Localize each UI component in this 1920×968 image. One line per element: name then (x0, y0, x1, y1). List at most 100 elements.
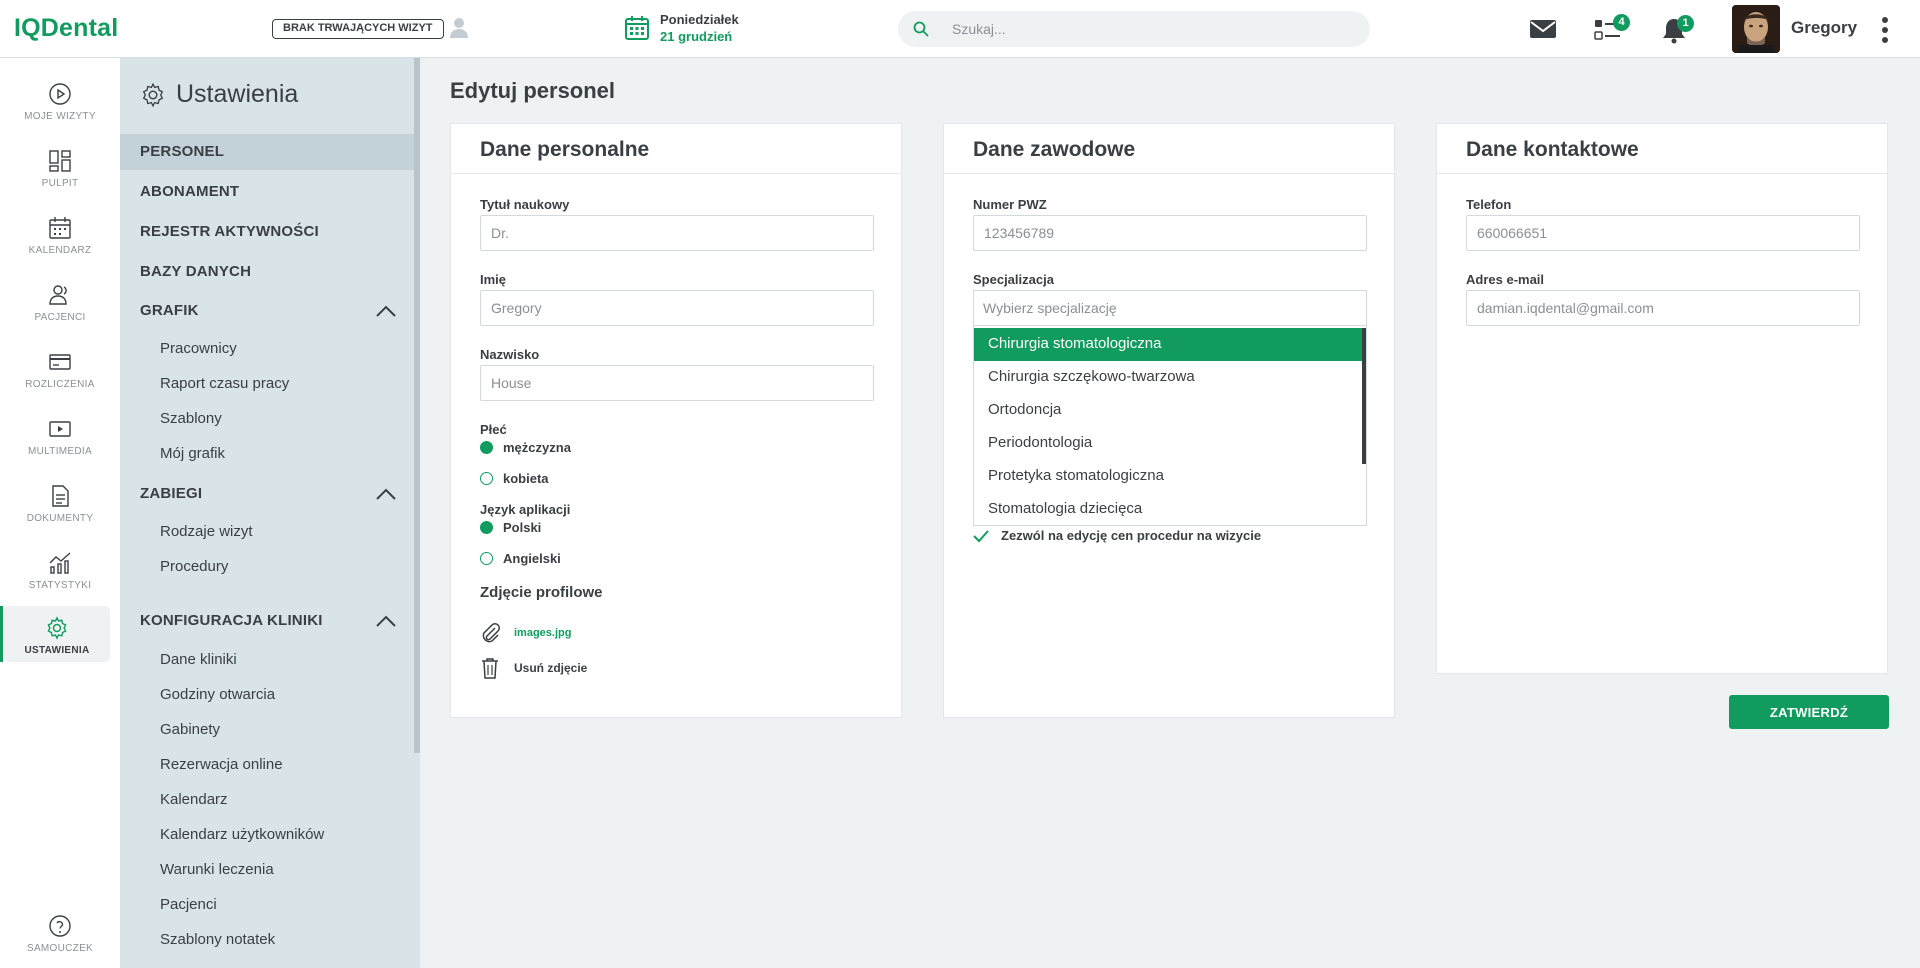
settings-item-bazy-danych[interactable]: BAZY DANYCH (120, 254, 414, 290)
specialization-option[interactable]: Stomatologia dziecięca (974, 493, 1364, 525)
specialization-option[interactable]: Ortodoncja (974, 394, 1364, 427)
pwz-input[interactable] (973, 215, 1367, 251)
settings-item-abonament[interactable]: ABONAMENT (120, 174, 414, 210)
nav-label: KALENDARZ (28, 245, 92, 256)
allow-price-edit-checkbox[interactable]: Zezwól na edycję cen procedur na wizycie (973, 528, 1261, 543)
notifications-count-badge: 1 (1677, 15, 1694, 32)
nav-moje-wizyty[interactable]: MOJE WIZYTY (0, 76, 120, 134)
settings-sub-raport[interactable]: Raport czasu pracy (160, 375, 289, 392)
settings-sub-szablony-notatek[interactable]: Szablony notatek (160, 931, 275, 948)
chevron-up-icon[interactable] (376, 305, 396, 317)
nav-label: PACJENCI (34, 312, 86, 323)
radio-dot (480, 521, 493, 534)
settings-sub-gabinety[interactable]: Gabinety (160, 721, 220, 738)
visit-status-badge[interactable]: BRAK TRWAJĄCYCH WIZYT (272, 19, 444, 39)
card-title: Dane personalne (451, 124, 901, 174)
email-input[interactable] (1466, 290, 1860, 326)
phone-input[interactable] (1466, 215, 1860, 251)
language-label: Język aplikacji (480, 502, 571, 517)
gender-radio-female[interactable]: kobieta (480, 471, 549, 486)
specialization-option[interactable]: Protetyka stomatologiczna (974, 460, 1364, 493)
specialization-option[interactable]: Chirurgia szczękowo-twarzowa (974, 361, 1364, 394)
settings-item-personel[interactable]: PERSONEL (120, 134, 414, 170)
nav-multimedia[interactable]: MULTIMEDIA (0, 411, 120, 469)
settings-title: Ustawienia (140, 80, 298, 109)
settings-sub-moj-grafik[interactable]: Mój grafik (160, 445, 225, 462)
nav-pulpit[interactable]: PULPIT (0, 143, 120, 201)
settings-item-grafik[interactable]: GRAFIK (120, 293, 414, 329)
specialization-option[interactable]: Chirurgia stomatologiczna (974, 328, 1364, 361)
help-icon (0, 914, 120, 938)
submit-button[interactable]: ZATWIERDŹ (1729, 695, 1889, 729)
top-bar: IQDental BRAK TRWAJĄCYCH WIZYT Poniedzia… (0, 0, 1920, 58)
user-name[interactable]: Gregory (1791, 18, 1857, 38)
degree-input[interactable] (480, 215, 874, 251)
settings-sub-szablony[interactable]: Szablony (160, 410, 222, 427)
nav-ustawienia[interactable]: USTAWIENIA (0, 606, 110, 662)
tasks-button[interactable]: 4 (1594, 14, 1630, 42)
settings-sidebar: Ustawienia PERSONEL ABONAMENT REJESTR AK… (120, 58, 420, 968)
settings-item-konfiguracja[interactable]: KONFIGURACJA KLINIKI (120, 603, 414, 639)
settings-sub-rezerwacja[interactable]: Rezerwacja online (160, 756, 283, 773)
photo-label: Zdjęcie profilowe (480, 584, 603, 601)
settings-sub-pracownicy[interactable]: Pracownicy (160, 340, 237, 357)
page-title: Edytuj personel (450, 78, 616, 103)
settings-sub-procedury[interactable]: Procedury (160, 558, 228, 575)
settings-sub-rodzaje-wizyt[interactable]: Rodzaje wizyt (160, 523, 253, 540)
settings-item-rejestr[interactable]: REJESTR AKTYWNOŚCI (120, 214, 414, 250)
specialization-select[interactable]: Chirurgia stomatologiczna Chirurgia szcz… (973, 290, 1367, 526)
calendar-icon (624, 15, 650, 41)
nav-label: STATYSTYKI (28, 580, 92, 591)
photo-file-name: images.jpg (514, 627, 572, 639)
photo-file-link[interactable]: images.jpg (480, 622, 571, 644)
more-menu-icon[interactable] (1880, 16, 1890, 44)
remove-photo-label: Usuń zdjęcie (514, 661, 588, 675)
avatar[interactable] (1732, 5, 1780, 53)
calendar-icon (0, 216, 120, 240)
last-name-input[interactable] (480, 365, 874, 401)
chevron-up-icon[interactable] (376, 615, 396, 627)
search-icon (912, 20, 930, 38)
nav-rozliczenia[interactable]: ROZLICZENIA (0, 344, 120, 402)
settings-sub-godziny[interactable]: Godziny otwarcia (160, 686, 275, 703)
dashboard-icon (0, 149, 120, 173)
settings-sub-warunki[interactable]: Warunki leczenia (160, 861, 274, 878)
language-radio-english[interactable]: Angielski (480, 551, 561, 566)
specialization-option[interactable]: Periodontologia (974, 427, 1364, 460)
settings-item-zabiegi[interactable]: ZABIEGI (120, 476, 414, 512)
settings-sub-pacjenci[interactable]: Pacjenci (160, 896, 217, 913)
chevron-up-icon[interactable] (376, 488, 396, 500)
trash-icon (480, 657, 500, 679)
settings-title-text: Ustawienia (176, 80, 299, 108)
radio-label: Angielski (503, 551, 561, 566)
settings-sub-dane-kliniki[interactable]: Dane kliniki (160, 651, 237, 668)
nav-kalendarz[interactable]: KALENDARZ (0, 210, 120, 268)
first-name-input[interactable] (480, 290, 874, 326)
nav-pacjenci[interactable]: PACJENCI (0, 277, 120, 335)
search-input[interactable] (952, 11, 1352, 47)
gear-icon (140, 82, 166, 108)
contact-data-card: Dane kontaktowe Telefon Adres e-mail (1436, 123, 1888, 674)
current-date[interactable]: Poniedziałek 21 grudzień (624, 12, 739, 44)
play-circle-icon (0, 82, 120, 106)
stats-icon (0, 551, 120, 575)
settings-scrollbar[interactable] (414, 58, 420, 753)
radio-label: mężczyzna (503, 440, 571, 455)
remove-photo-button[interactable]: Usuń zdjęcie (480, 657, 587, 679)
notifications-button[interactable]: 1 (1661, 15, 1694, 44)
dropdown-scrollbar[interactable] (1362, 328, 1366, 464)
settings-sub-kalendarz[interactable]: Kalendarz (160, 791, 228, 808)
settings-sub-kalendarz-uzytkownikow[interactable]: Kalendarz użytkowników (160, 826, 324, 843)
gender-radio-male[interactable]: mężczyzna (480, 440, 571, 455)
app-logo[interactable]: IQDental (14, 14, 118, 43)
nav-statystyki[interactable]: STATYSTYKI (0, 545, 120, 603)
paperclip-icon (480, 622, 500, 644)
nav-samouczek[interactable]: SAMOUCZEK (0, 908, 120, 966)
specialization-input[interactable] (974, 291, 1366, 326)
credit-card-icon (0, 350, 120, 374)
mail-icon[interactable] (1529, 18, 1557, 40)
nav-label: MULTIMEDIA (28, 446, 92, 457)
nav-dokumenty[interactable]: DOKUMENTY (0, 478, 120, 536)
gear-icon (4, 616, 110, 640)
language-radio-polish[interactable]: Polski (480, 520, 541, 535)
